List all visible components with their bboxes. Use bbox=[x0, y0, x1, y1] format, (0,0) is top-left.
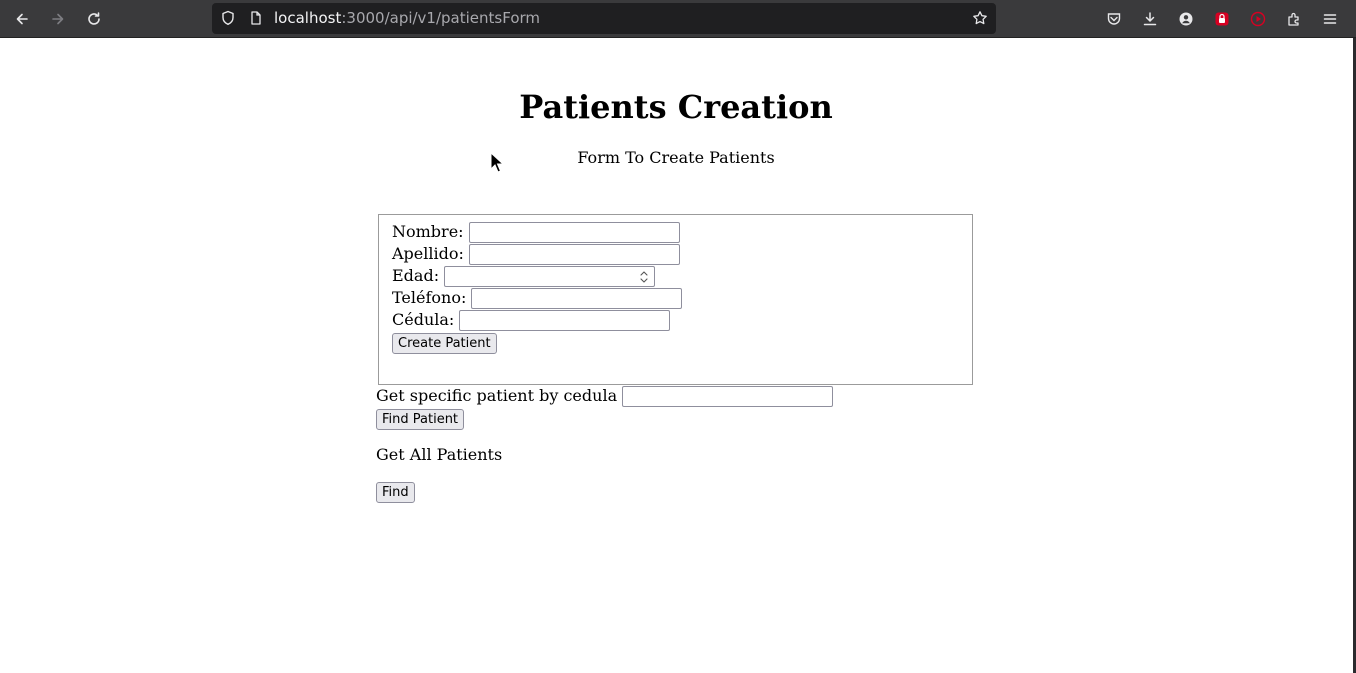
url-text: localhost:3000/api/v1/patientsForm bbox=[274, 9, 540, 27]
edad-label: Edad: bbox=[392, 266, 440, 285]
spin-arrows-icon bbox=[640, 270, 648, 283]
create-patient-form: Nombre: Apellido: Edad: Teléfono: Cédula… bbox=[378, 214, 973, 385]
menu-icon[interactable] bbox=[1318, 7, 1342, 31]
download-icon[interactable] bbox=[1138, 7, 1162, 31]
nombre-input[interactable] bbox=[469, 222, 680, 243]
bookmark-star-icon[interactable] bbox=[968, 6, 992, 30]
page-icon[interactable] bbox=[244, 6, 268, 30]
edad-spinner[interactable] bbox=[637, 268, 651, 285]
create-patient-button[interactable]: Create Patient bbox=[392, 333, 497, 354]
edad-number-input[interactable] bbox=[444, 266, 655, 287]
find-patient-button[interactable]: Find Patient bbox=[376, 409, 465, 430]
back-icon[interactable] bbox=[10, 7, 34, 31]
find-cedula-input[interactable] bbox=[622, 386, 833, 407]
nombre-label: Nombre: bbox=[392, 222, 464, 241]
lock-extension-icon[interactable] bbox=[1210, 7, 1234, 31]
cedula-input[interactable] bbox=[459, 310, 670, 331]
apellido-label: Apellido: bbox=[392, 244, 464, 263]
find-by-cedula-label: Get specific patient by cedula bbox=[376, 386, 618, 405]
mouse-cursor-icon bbox=[490, 152, 504, 173]
url-path: :3000/api/v1/patientsForm bbox=[341, 9, 541, 27]
page-title: Patients Creation bbox=[519, 88, 833, 126]
address-bar[interactable]: localhost:3000/api/v1/patientsForm bbox=[212, 3, 996, 34]
telefono-label: Teléfono: bbox=[392, 288, 467, 307]
record-extension-icon[interactable] bbox=[1246, 7, 1270, 31]
apellido-input[interactable] bbox=[469, 244, 680, 265]
pocket-icon[interactable] bbox=[1102, 7, 1126, 31]
shield-icon[interactable] bbox=[216, 6, 240, 30]
cedula-label: Cédula: bbox=[392, 310, 455, 329]
reload-icon[interactable] bbox=[82, 7, 106, 31]
telefono-input[interactable] bbox=[471, 288, 682, 309]
page-subtitle: Form To Create Patients bbox=[577, 148, 775, 167]
forward-icon[interactable] bbox=[46, 7, 70, 31]
browser-toolbar: localhost:3000/api/v1/patientsForm bbox=[0, 0, 1356, 38]
extensions-icon[interactable] bbox=[1282, 7, 1306, 31]
account-icon[interactable] bbox=[1174, 7, 1198, 31]
get-all-patients-label: Get All Patients bbox=[376, 445, 503, 464]
url-host: localhost bbox=[274, 9, 342, 27]
find-all-button[interactable]: Find bbox=[376, 482, 415, 503]
